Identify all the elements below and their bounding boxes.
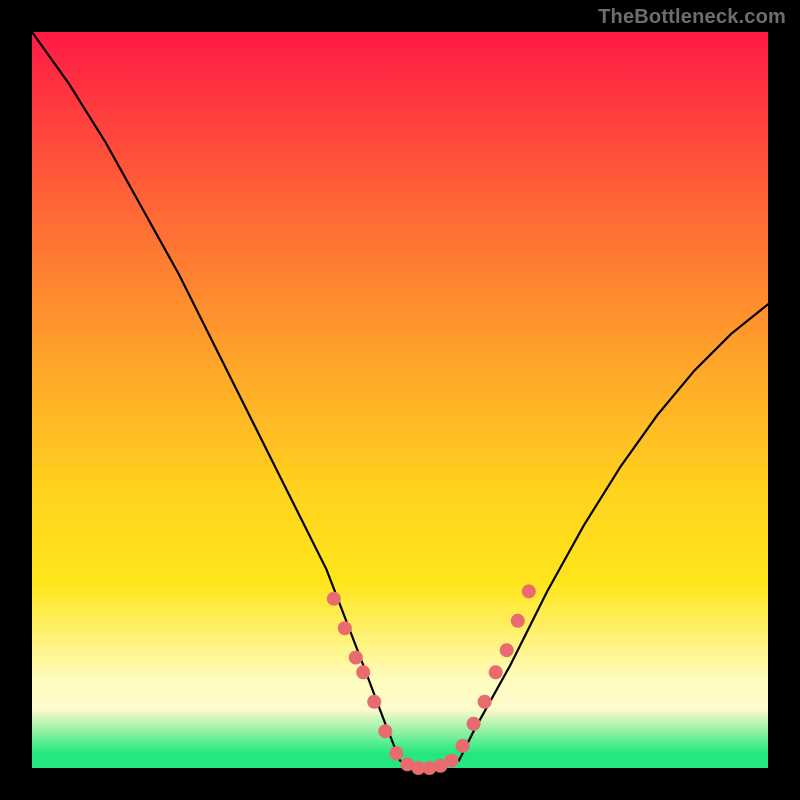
highlight-dot [500,643,514,657]
highlight-dot [445,754,459,768]
highlight-dot [478,695,492,709]
highlight-dot [511,614,525,628]
chart-svg [32,32,768,768]
plot-area [32,32,768,768]
highlight-dot [327,592,341,606]
highlight-dot [378,724,392,738]
highlight-dot [389,746,403,760]
highlight-dot [467,717,481,731]
chart-frame: TheBottleneck.com [0,0,800,800]
highlight-dot [367,695,381,709]
highlight-dot [489,665,503,679]
highlight-dot [356,665,370,679]
highlight-dot [338,621,352,635]
bottleneck-curve [32,32,768,768]
highlight-dot [456,739,470,753]
highlight-dots [327,584,536,775]
highlight-dot [522,584,536,598]
highlight-dot [349,651,363,665]
watermark: TheBottleneck.com [598,6,786,29]
